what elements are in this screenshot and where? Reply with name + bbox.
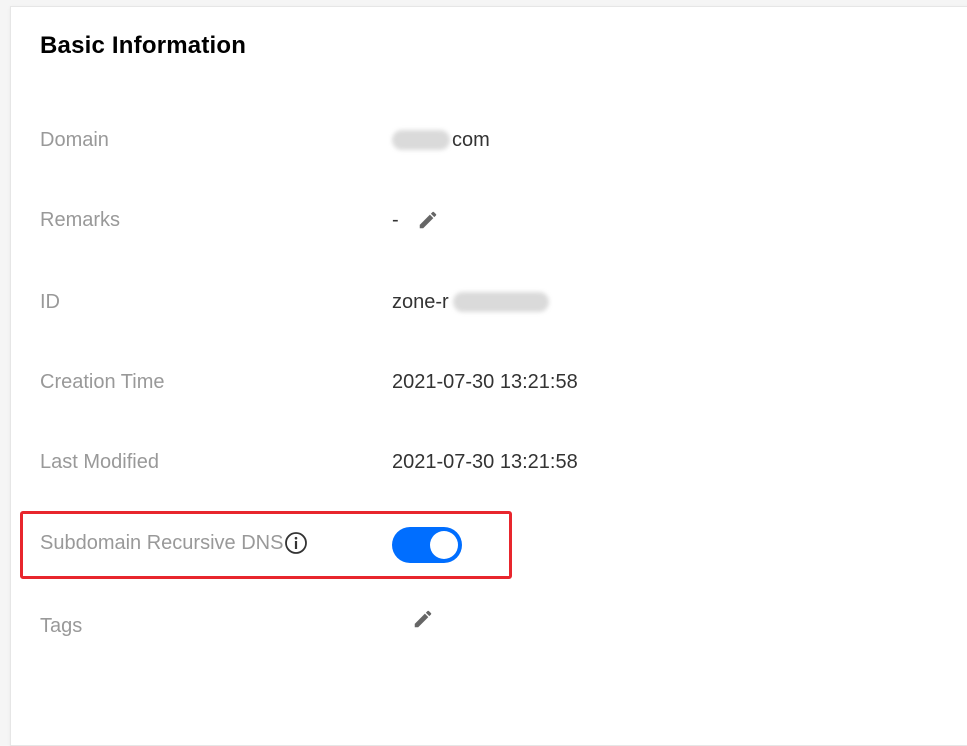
redacted-blur [452,292,549,312]
remarks-row: Remarks - [40,200,940,240]
remarks-value: - [392,200,441,240]
redacted-blur [392,130,450,150]
last-modified-row: Last Modified 2021-07-30 13:21:58 [40,442,940,482]
panel-title: Basic Information [40,32,247,59]
domain-value-suffix: com [452,129,490,151]
domain-value: com [392,120,490,160]
domain-row: Domain com [40,120,940,160]
id-value-prefix: zone-r [392,291,449,313]
id-row: ID zone-r [40,282,940,322]
pencil-icon[interactable] [410,606,436,632]
pencil-icon[interactable] [415,207,441,233]
creation-time-label: Creation Time [40,371,165,393]
tags-row: Tags [40,606,940,646]
creation-time-row: Creation Time 2021-07-30 13:21:58 [40,362,940,402]
id-label: ID [40,291,60,313]
highlight-box [20,511,512,579]
creation-time-value: 2021-07-30 13:21:58 [392,371,578,393]
last-modified-value: 2021-07-30 13:21:58 [392,451,578,473]
remarks-value-text: - [392,209,399,231]
tags-value [410,606,436,632]
domain-label: Domain [40,129,109,151]
last-modified-label: Last Modified [40,451,159,473]
tags-label: Tags [40,615,83,637]
id-value: zone-r [392,282,549,322]
remarks-label: Remarks [40,209,121,231]
